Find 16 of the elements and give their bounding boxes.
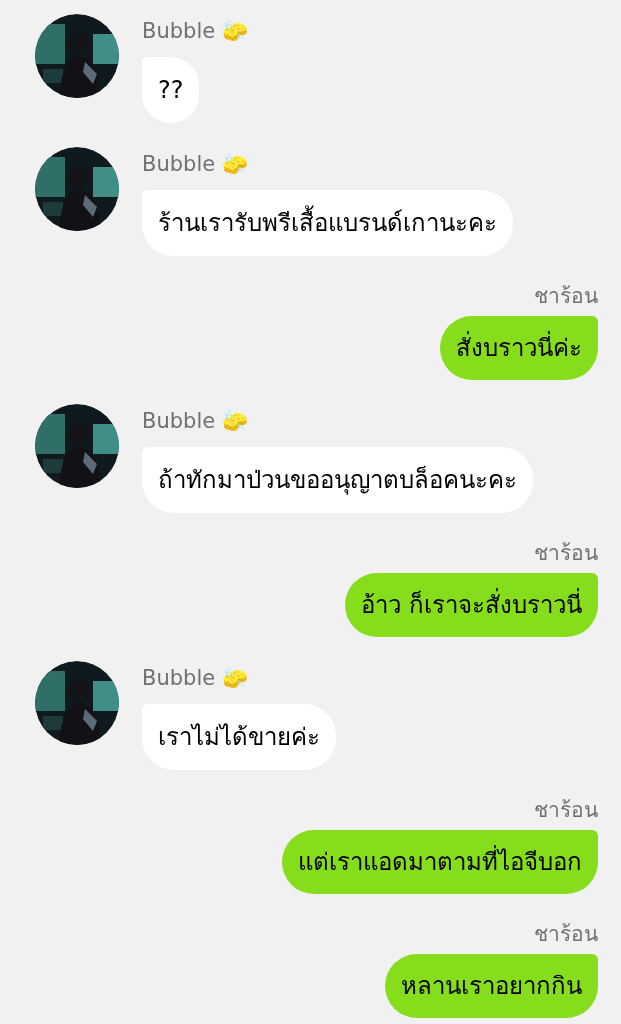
- sender-name: Bubble 🧽: [142, 408, 248, 435]
- message-bubble: แต่เราแอดมาตามที่ไอจีบอก: [282, 830, 598, 894]
- sender-name: Bubble 🧽: [142, 151, 248, 178]
- sender-name: ชาร้อน: [534, 283, 598, 310]
- sender-name: Bubble 🧽: [142, 665, 248, 692]
- message-bubble: ??: [142, 57, 200, 123]
- sender-name: Bubble 🧽: [142, 18, 248, 45]
- message-bubble: หลานเราอยากกิน: [385, 954, 598, 1018]
- message-bubble: สั่งบราวนี่ค่ะ: [440, 316, 598, 380]
- sender-name: ชาร้อน: [534, 540, 598, 567]
- message-bubble: ร้านเรารับพรีเสื้อแบรนด์เกานะคะ: [142, 190, 513, 256]
- sender-name: ชาร้อน: [534, 797, 598, 824]
- message-bubble: เราไม่ได้ขายค่ะ: [142, 704, 336, 770]
- sender-name: ชาร้อน: [534, 921, 598, 948]
- message-bubble: อ้าว ก็เราจะสั่งบราวนี่: [345, 573, 598, 637]
- message-bubble: ถ้าทักมาป่วนขออนุญาตบล็อคนะคะ: [142, 447, 533, 513]
